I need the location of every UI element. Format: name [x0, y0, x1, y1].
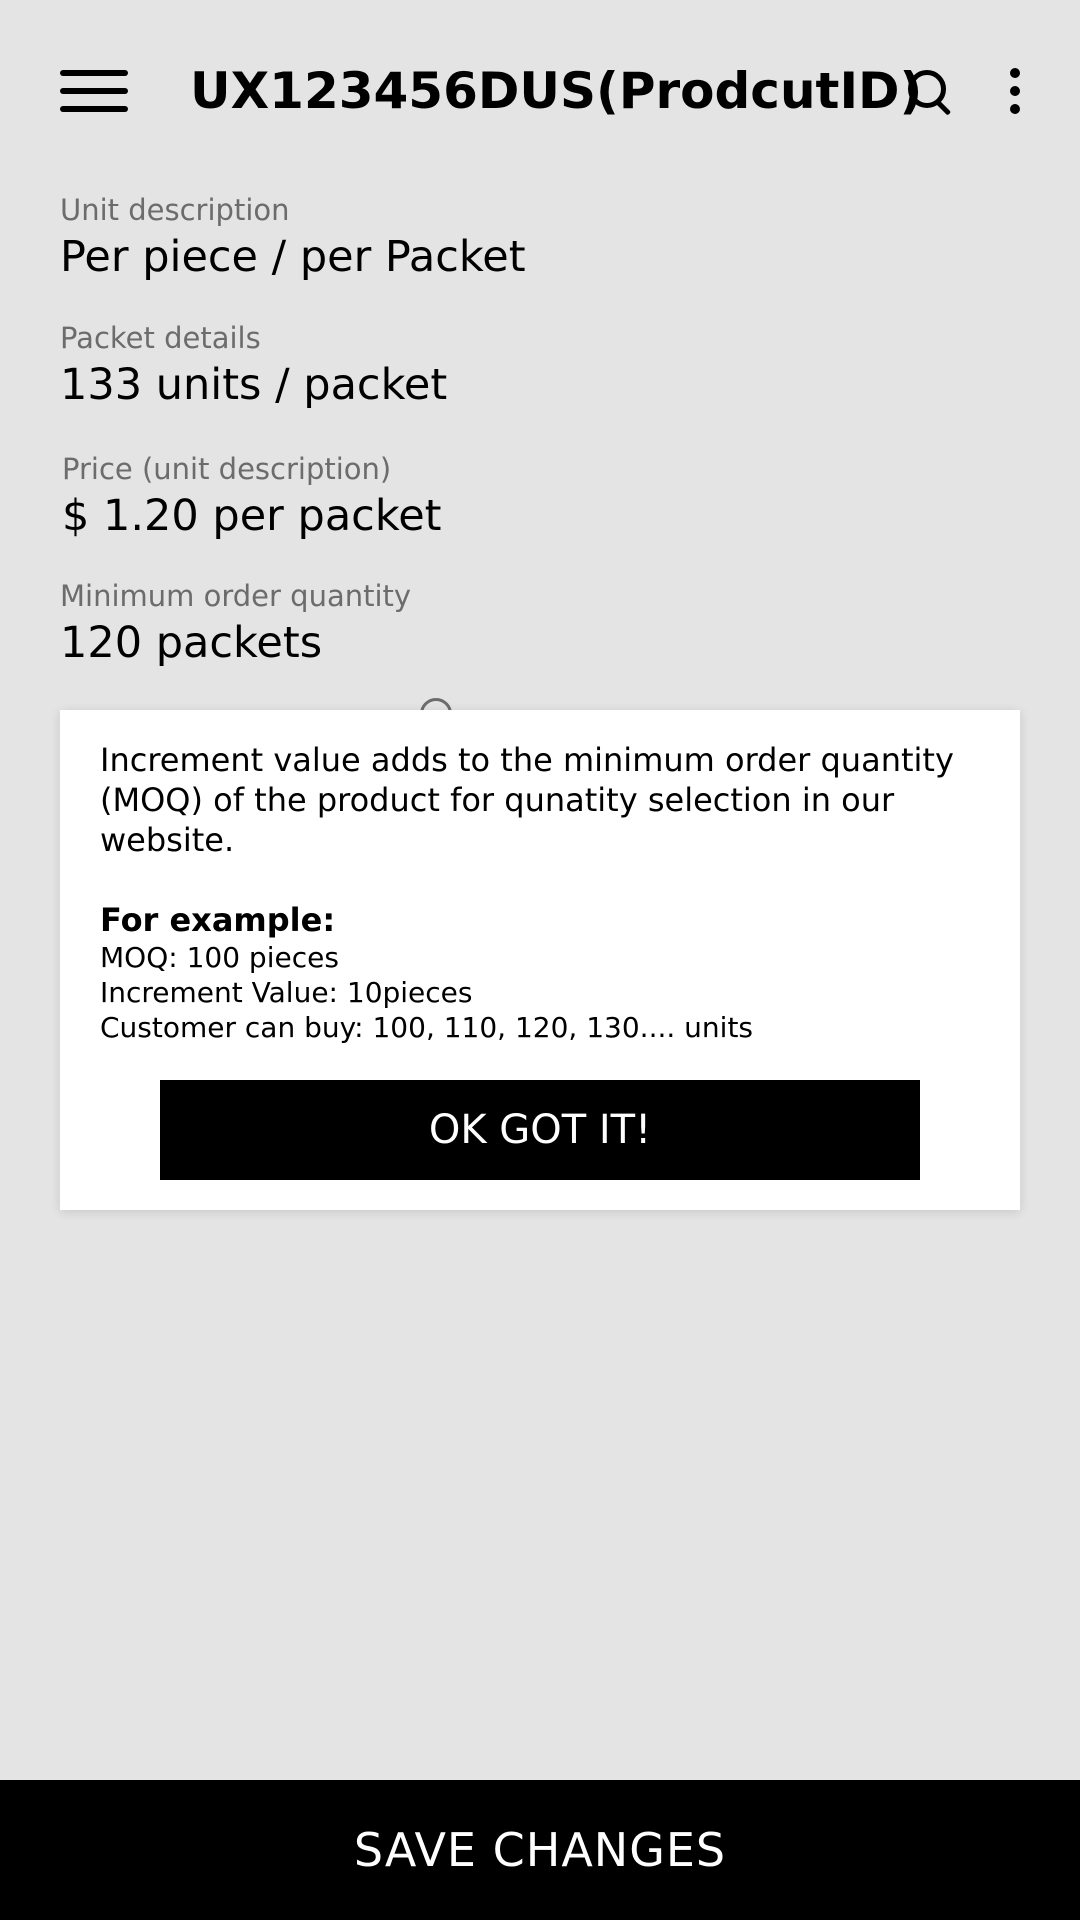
ok-got-it-button[interactable]: OK GOT IT! [160, 1080, 920, 1180]
hamburger-menu-icon[interactable] [52, 62, 128, 120]
packet-details-field[interactable]: Packet details 133 units / packet [60, 320, 447, 412]
price-label: Price (unit description) [62, 452, 392, 486]
unit-description-value: Per piece / per Packet [60, 232, 526, 282]
more-vertical-icon[interactable] [996, 66, 1036, 116]
dialog-body: Increment value adds to the minimum orde… [100, 740, 980, 1045]
menu-line [60, 106, 128, 112]
more-dot [1010, 104, 1020, 114]
packet-details-value: 133 units / packet [60, 360, 448, 410]
save-changes-button[interactable]: SAVE CHANGES [0, 1780, 1080, 1920]
product-detail-screen: UX123456DUS(ProdcutID) Unit description … [0, 0, 1080, 1920]
minimum-order-quantity-label: Minimum order quantity [60, 579, 412, 613]
dialog-description: Increment value adds to the minimum orde… [100, 741, 954, 859]
minimum-order-quantity-value: 120 packets [60, 618, 323, 668]
search-handle [936, 100, 952, 116]
minimum-order-quantity-field[interactable]: Minimum order quantity 120 packets [60, 578, 411, 670]
menu-line [60, 70, 128, 76]
search-icon[interactable] [904, 66, 954, 116]
more-dot [1010, 68, 1020, 78]
more-dot [1010, 86, 1020, 96]
increment-info-dialog: Increment value adds to the minimum orde… [60, 710, 1020, 1210]
unit-description-label: Unit description [60, 193, 290, 227]
app-bar: UX123456DUS(ProdcutID) [0, 0, 1080, 180]
price-value: $ 1.20 per packet [62, 491, 442, 541]
packet-details-label: Packet details [60, 321, 261, 355]
page-title: UX123456DUS(ProdcutID) [190, 62, 923, 120]
example-line-increment: Increment Value: 10pieces [100, 976, 473, 1009]
example-line-moq: MOQ: 100 pieces [100, 941, 339, 974]
unit-description-field[interactable]: Unit description Per piece / per Packet [60, 192, 526, 284]
menu-line [60, 88, 128, 94]
example-heading: For example: [100, 901, 336, 939]
price-field[interactable]: Price (unit description) $ 1.20 per pack… [62, 451, 442, 543]
example-line-customer: Customer can buy: 100, 110, 120, 130....… [100, 1011, 754, 1044]
